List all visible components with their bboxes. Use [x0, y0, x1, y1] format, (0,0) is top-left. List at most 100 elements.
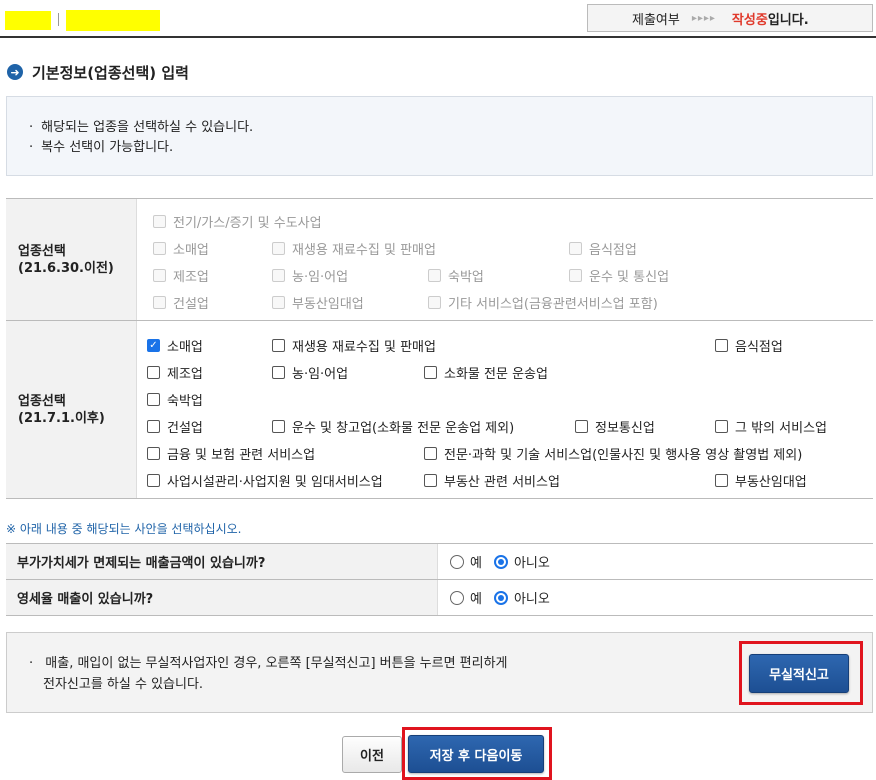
option-label: 그 밖의 서비스업: [735, 421, 827, 436]
old-industry-option[interactable]: 부동산임대업: [272, 293, 364, 312]
question-options: 예 아니오: [438, 580, 873, 615]
section-title: ➜ 기본정보(업종선택) 입력: [7, 62, 189, 82]
checkbox-icon: [153, 215, 166, 228]
checkbox-icon: [569, 242, 582, 255]
new-industry-option[interactable]: 부동산임대업: [715, 471, 807, 490]
new-industry-option[interactable]: 부동산 관련 서비스업: [424, 471, 560, 490]
option-label: 금융 및 보험 관련 서비스업: [167, 448, 316, 463]
new-industry-option[interactable]: 사업시설관리·사업지원 및 임대서비스업: [147, 471, 383, 490]
questions-table: 부가가치세가 면제되는 매출금액이 있습니까? 예 아니오 영세율 매출이 있습…: [6, 543, 873, 616]
old-industry-option[interactable]: 소매업: [153, 239, 209, 258]
question-options: 예 아니오: [438, 544, 873, 579]
new-industry-option[interactable]: 운수 및 창고업(소화물 전문 운송업 제외): [272, 417, 514, 436]
label-line: 업종선택: [18, 243, 66, 259]
radio-label: 예: [470, 556, 482, 571]
radio-yes[interactable]: 예: [450, 588, 482, 607]
nil-report-line: 전자신고를 하실 수 있습니다.: [43, 677, 204, 692]
checkbox-icon: [147, 393, 160, 406]
option-label: 소매업: [167, 340, 203, 355]
option-label: 건설업: [167, 421, 203, 436]
new-industry-option[interactable]: 재생용 재료수집 및 판매업: [272, 336, 436, 355]
option-label: 음식점업: [735, 340, 783, 355]
checkbox-icon: [569, 269, 582, 282]
radio-no[interactable]: 아니오: [493, 588, 550, 607]
checkbox-icon: [715, 339, 728, 352]
info-line: 복수 선택이 가능합니다.: [29, 138, 872, 158]
old-industry-option[interactable]: 음식점업: [569, 239, 637, 258]
old-industry-options: 전기/가스/증기 및 수도사업 소매업 재생용 재료수집 및 판매업 음식점업 …: [137, 199, 873, 320]
option-label: 사업시설관리·사업지원 및 임대서비스업: [167, 475, 383, 490]
checkbox-icon: [428, 296, 441, 309]
old-industry-option[interactable]: 농·임·어업: [272, 266, 348, 285]
checkbox-icon: [147, 420, 160, 433]
checkbox-checked-icon: ✓: [147, 339, 160, 352]
old-industry-option[interactable]: 숙박업: [428, 266, 484, 285]
checkbox-icon: [272, 269, 285, 282]
new-industry-option[interactable]: 제조업: [147, 363, 203, 382]
new-industry-option[interactable]: 건설업: [147, 417, 203, 436]
top-bar: 제출여부 ▸▸▸▸ 작성중 입니다.: [0, 0, 876, 38]
status-suffix: 입니다.: [767, 12, 809, 28]
instruction-note: ※ 아래 내용 중 해당되는 사안을 선택하십시오.: [6, 522, 242, 536]
new-industry-option[interactable]: 전문·과학 및 기술 서비스업(인물사진 및 행사용 영상 촬영법 제외): [424, 444, 802, 463]
checkbox-icon: [424, 474, 437, 487]
old-industry-option[interactable]: 전기/가스/증기 및 수도사업: [153, 212, 322, 231]
question-row: 영세율 매출이 있습니까? 예 아니오: [6, 580, 873, 616]
redacted-name-block: [5, 11, 51, 30]
nil-report-line: 매출, 매입이 없는 무실적사업자인 경우, 오른쪽 [무실적신고] 버튼을 누…: [45, 656, 508, 671]
radio-selected-icon: [493, 590, 508, 605]
radio-label: 예: [470, 592, 482, 607]
save-next-button[interactable]: 저장 후 다음이동: [408, 735, 544, 773]
option-label: 전기/가스/증기 및 수도사업: [173, 216, 322, 231]
checkbox-icon: [428, 269, 441, 282]
option-label: 재생용 재료수집 및 판매업: [292, 243, 436, 258]
label-line: 업종선택: [18, 393, 66, 409]
old-industry-label: 업종선택 (21.6.30.이전): [6, 199, 137, 320]
arrow-circle-icon: ➜: [7, 64, 23, 80]
nil-report-text: 매출, 매입이 없는 무실적사업자인 경우, 오른쪽 [무실적신고] 버튼을 누…: [29, 653, 669, 695]
option-label: 기타 서비스업(금융관련서비스업 포함): [448, 297, 658, 312]
divider: [58, 13, 59, 26]
option-label: 숙박업: [448, 270, 484, 285]
old-industry-option[interactable]: 건설업: [153, 293, 209, 312]
new-industry-option[interactable]: 금융 및 보험 관련 서비스업: [147, 444, 315, 463]
submission-status: 제출여부 ▸▸▸▸ 작성중 입니다.: [587, 4, 873, 32]
radio-icon: [450, 590, 464, 605]
checkbox-icon: [147, 366, 160, 379]
checkbox-icon: [272, 339, 285, 352]
old-industry-option[interactable]: 기타 서비스업(금융관련서비스업 포함): [428, 293, 658, 312]
old-industry-option[interactable]: 운수 및 통신업: [569, 266, 669, 285]
prev-button[interactable]: 이전: [342, 736, 402, 773]
radio-yes[interactable]: 예: [450, 552, 482, 571]
option-label: 소화물 전문 운송업: [444, 367, 548, 382]
label-line: (21.6.30.이전): [18, 260, 114, 276]
new-industry-option[interactable]: 소화물 전문 운송업: [424, 363, 548, 382]
checkbox-icon: [272, 296, 285, 309]
new-industry-option[interactable]: 숙박업: [147, 390, 203, 409]
nil-report-button[interactable]: 무실적신고: [749, 654, 849, 693]
option-label: 음식점업: [589, 243, 637, 258]
option-label: 부동산임대업: [735, 475, 807, 490]
info-box: 해당되는 업종을 선택하실 수 있습니다. 복수 선택이 가능합니다.: [6, 96, 873, 176]
new-industry-option[interactable]: 그 밖의 서비스업: [715, 417, 827, 436]
question-label: 영세율 매출이 있습니까?: [6, 580, 438, 615]
new-industry-option[interactable]: 정보통신업: [575, 417, 655, 436]
status-label: 제출여부: [632, 12, 680, 28]
radio-no[interactable]: 아니오: [493, 552, 550, 571]
checkbox-icon: [715, 474, 728, 487]
new-industry-label: 업종선택 (21.7.1.이후): [6, 321, 137, 498]
old-industry-option[interactable]: 재생용 재료수집 및 판매업: [272, 239, 436, 258]
info-line: 해당되는 업종을 선택하실 수 있습니다.: [29, 118, 872, 138]
option-label: 운수 및 통신업: [589, 270, 670, 285]
checkbox-icon: [575, 420, 588, 433]
checkbox-icon: [147, 447, 160, 460]
option-label: 운수 및 창고업(소화물 전문 운송업 제외): [292, 421, 515, 436]
checkbox-icon: [153, 269, 166, 282]
new-industry-option[interactable]: 음식점업: [715, 336, 783, 355]
new-industry-option[interactable]: 농·임·어업: [272, 363, 348, 382]
old-industry-option[interactable]: 제조업: [153, 266, 209, 285]
new-industry-option[interactable]: ✓ 소매업: [147, 336, 203, 355]
question-row: 부가가치세가 면제되는 매출금액이 있습니까? 예 아니오: [6, 544, 873, 580]
new-industry-options: ✓ 소매업 재생용 재료수집 및 판매업 음식점업 제조업 농·임·어업 소화물 …: [137, 321, 873, 498]
option-label: 부동산 관련 서비스업: [444, 475, 560, 490]
